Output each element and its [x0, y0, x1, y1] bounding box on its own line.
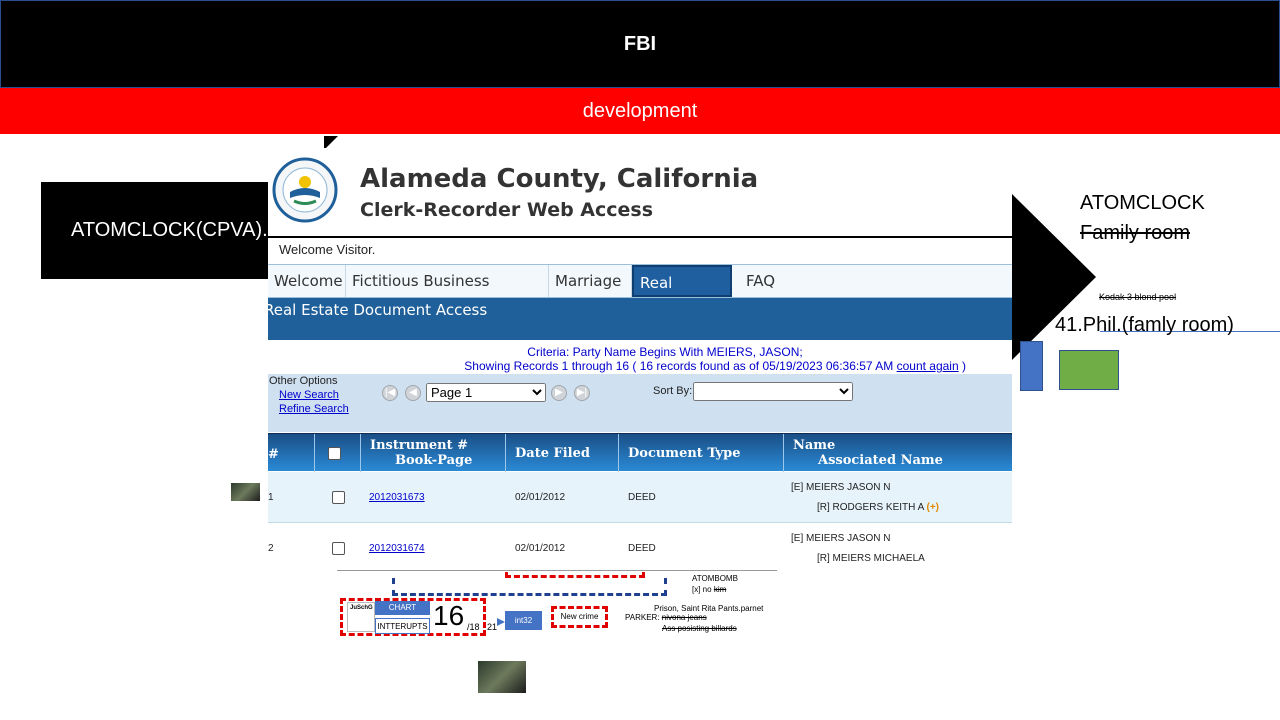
page-select[interactable]: Page 1	[426, 383, 546, 402]
column-divider	[360, 434, 361, 472]
arrow-icon	[497, 618, 505, 626]
tab-welcome[interactable]: Welcome	[268, 265, 346, 297]
results-table-header: # Instrument # Book-Page Date Filed Docu…	[268, 433, 1012, 472]
row-number: 1	[268, 492, 274, 503]
tab-real-estate[interactable]: Real Estate	[632, 265, 732, 324]
sort-by-label: Sort By:	[653, 385, 693, 397]
clerk-web-page: Alameda County, California Clerk-Recorde…	[268, 148, 1012, 578]
associated-name: [R] MEIERS MICHAELA	[817, 553, 925, 564]
atomclock-label: ATOMCLOCK	[1080, 192, 1205, 214]
page-title: Alameda County, California	[360, 164, 759, 194]
dashed-blue-connector	[392, 578, 667, 596]
tab-marriage[interactable]: Marriage	[549, 265, 632, 297]
chart-label: CHART	[375, 601, 430, 615]
section-title: Real Estate Document Access	[268, 301, 488, 319]
blue-rectangle	[1020, 341, 1043, 391]
document-type: DEED	[628, 492, 656, 503]
associated-name: [R] RODGERS KEITH A (+)	[817, 502, 939, 513]
new-crime-label: New crime	[551, 606, 608, 628]
col-book-page[interactable]: Book-Page	[395, 453, 472, 468]
select-all-checkbox[interactable]	[328, 447, 341, 460]
search-criteria: Criteria: Party Name Begins With MEIERS,…	[527, 345, 803, 359]
col-name[interactable]: Name	[793, 438, 835, 453]
other-options-label: Other Options	[269, 375, 338, 387]
tab-faq[interactable]: FAQ	[740, 265, 790, 297]
date-filed: 02/01/2012	[515, 492, 566, 503]
atomclock-box-label: ATOMCLOCK(CPVA).s	[71, 219, 271, 241]
diagram-collage: JuSchG CHART INTTERUPTS 16 /18 21 int32 …	[337, 570, 777, 640]
records-summary-text: Showing Records 1 through 16 ( 16 record…	[464, 359, 897, 373]
document-type: DEED	[628, 543, 656, 554]
row-checkbox[interactable]	[332, 491, 345, 504]
header-divider	[268, 236, 1012, 238]
fraction-number: /18	[467, 622, 480, 632]
associated-name-text: [R] RODGERS KEITH A	[817, 502, 924, 513]
prev-page-icon[interactable]: ◀	[405, 385, 421, 401]
table-row: 1 2012031673 02/01/2012 DEED [E] MEIERS …	[268, 472, 1012, 523]
county-seal-icon	[272, 157, 338, 223]
next-page-icon[interactable]: ▶	[551, 385, 567, 401]
kodak-label: Kodak 3 blond pool	[1099, 292, 1177, 302]
tab-fictitious-business-names[interactable]: Fictitious Business Names	[346, 265, 549, 322]
row-checkbox[interactable]	[332, 542, 345, 555]
number-21: 21	[487, 622, 498, 632]
photo-thumbnail	[478, 661, 526, 693]
int32-label: int32	[505, 611, 542, 630]
col-number: #	[268, 447, 279, 462]
phil-label: 41.Phil.(famly room)	[1055, 314, 1234, 336]
party-name: [E] MEIERS JASON N	[791, 482, 891, 493]
column-divider	[314, 434, 315, 472]
main-nav: Welcome Fictitious Business Names Marria…	[268, 264, 1012, 324]
col-document-type[interactable]: Document Type	[628, 446, 740, 461]
column-divider	[505, 434, 506, 472]
sort-by-select[interactable]	[693, 382, 853, 401]
nivona-text: nivona jeans	[661, 613, 707, 622]
atomclock-box: ATOMCLOCK(CPVA).s	[41, 182, 271, 279]
development-banner: development	[0, 88, 1280, 134]
col-date-filed[interactable]: Date Filed	[515, 446, 590, 461]
prison-label: Prison, Saint Rita Pants.parnet	[654, 604, 764, 613]
kim-text: kim	[713, 585, 727, 594]
welcome-visitor-text: Welcome Visitor.	[279, 242, 376, 257]
col-associated-name[interactable]: Associated Name	[818, 453, 943, 468]
jusch-label: JuSchG	[347, 602, 375, 632]
page-subtitle: Clerk-Recorder Web Access	[360, 199, 654, 221]
options-panel	[268, 374, 1012, 432]
family-room-label: Family room	[1080, 222, 1191, 244]
instrument-link[interactable]: 2012031674	[369, 543, 425, 554]
column-divider	[783, 434, 784, 472]
photo-thumbnail	[231, 483, 260, 501]
refine-search-link[interactable]: Refine Search	[279, 403, 349, 415]
banner-subtitle: development	[582, 99, 698, 122]
first-page-icon[interactable]: |◀	[382, 385, 398, 401]
new-search-link[interactable]: New Search	[279, 389, 339, 401]
records-summary: Showing Records 1 through 16 ( 16 record…	[268, 359, 1012, 373]
ass-label: Ass posisting billards	[662, 624, 737, 633]
last-page-icon[interactable]: ▶|	[574, 385, 590, 401]
records-summary-end: )	[958, 359, 966, 373]
row-number: 2	[268, 543, 274, 554]
table-row: 2 2012031674 02/01/2012 DEED [E] MEIERS …	[268, 523, 1012, 573]
green-rectangle	[1059, 350, 1119, 390]
big-number: 16	[433, 600, 465, 631]
parker-label: PARKER: nivona jeans	[625, 613, 707, 622]
col-instrument[interactable]: Instrument #	[370, 438, 468, 453]
parker-text: PARKER:	[625, 613, 660, 622]
count-again-link[interactable]: count again	[897, 359, 959, 373]
column-divider	[618, 434, 619, 472]
banner-title: FBI	[623, 32, 657, 55]
party-name: [E] MEIERS JASON N	[791, 533, 891, 544]
atombomb-label: ATOMBOMB	[692, 574, 738, 583]
interrupts-label: INTTERUPTS	[375, 618, 430, 634]
date-filed: 02/01/2012	[515, 543, 566, 554]
x-no-text: [x] no	[692, 585, 712, 594]
expand-more-link[interactable]: (+)	[926, 502, 939, 513]
instrument-link[interactable]: 2012031673	[369, 492, 425, 503]
fbi-banner: FBI	[0, 0, 1280, 88]
x-no-label: [x] no kim	[692, 585, 726, 594]
